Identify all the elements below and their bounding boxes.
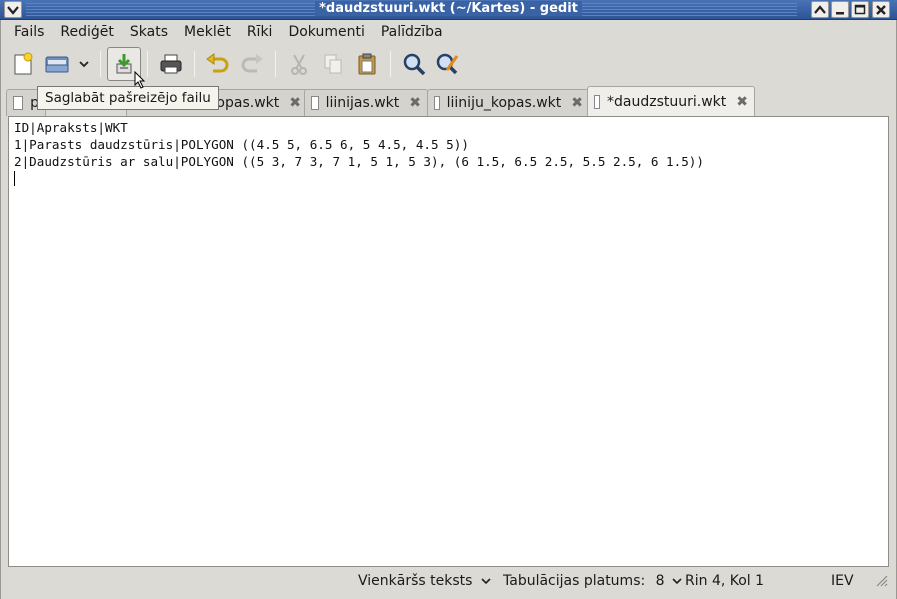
new-document-icon — [14, 52, 33, 75]
search-icon — [403, 53, 426, 76]
minimize-icon — [836, 11, 844, 14]
mouse-pointer-icon — [134, 71, 146, 89]
tab-label: kopas.wkt — [208, 95, 280, 111]
title-bar[interactable]: *daudzstuuri.wkt (~/Kartes) - gedit — [0, 0, 897, 20]
tab-liinijas[interactable]: liinijas.wkt ✖ — [304, 89, 428, 116]
close-tab-icon[interactable]: ✖ — [409, 95, 421, 111]
find-button[interactable] — [397, 47, 431, 81]
cursor-position: Rin 4, Kol 1 — [685, 573, 765, 589]
insert-mode: IEV — [831, 573, 854, 589]
toolbar-separator — [194, 51, 195, 77]
save-tooltip: Saglabāt pašreizējo failu — [37, 86, 219, 110]
document-icon — [594, 94, 601, 109]
save-icon — [116, 54, 132, 74]
new-document-button[interactable] — [6, 47, 40, 81]
replace-button[interactable] — [431, 47, 465, 81]
text-caret — [14, 171, 15, 186]
find-replace-icon — [436, 53, 459, 75]
document-icon — [434, 96, 440, 110]
chevron-down-icon — [672, 578, 682, 585]
status-bar: Vienkāršs teksts Tabulācijas platums: 8 … — [6, 570, 891, 592]
text-editor[interactable]: ID|Apraksts|WKT 1|Parasts daudzstūris|PO… — [8, 116, 889, 567]
tab-width-value: 8 — [655, 573, 665, 589]
close-tab-icon[interactable]: ✖ — [289, 95, 301, 111]
tab-label: liinijas.wkt — [325, 95, 400, 111]
chevron-down-icon — [79, 61, 89, 68]
undo-button[interactable] — [201, 47, 235, 81]
menu-bar: Fails Rediģēt Skats Meklēt Rīki Dokument… — [6, 21, 451, 43]
cut-button[interactable] — [282, 47, 316, 81]
tab-label: liiniju_kopas.wkt — [446, 95, 562, 111]
open-recent-button[interactable] — [74, 47, 94, 81]
menu-help[interactable]: Palīdzība — [373, 22, 451, 42]
tab-daudzstuuri[interactable]: *daudzstuuri.wkt ✖ — [587, 86, 755, 116]
tab-width-selector[interactable]: Tabulācijas platums: 8 — [503, 572, 682, 590]
chevron-up-icon — [814, 4, 826, 14]
language-label: Vienkāršs teksts — [358, 573, 473, 589]
editor-line: ID|Apraksts|WKT — [14, 120, 128, 135]
editor-line: 1|Parasts daudzstūris|POLYGON ((4.5 5, 6… — [14, 137, 469, 152]
language-selector[interactable]: Vienkāršs teksts — [358, 572, 491, 590]
tab-width-label: Tabulācijas platums: — [503, 573, 646, 589]
tab-liiniju-kopas[interactable]: liiniju_kopas.wkt ✖ — [427, 89, 590, 116]
close-tab-icon[interactable]: ✖ — [736, 94, 748, 110]
toolbar-separator — [390, 51, 391, 77]
close-icon — [876, 4, 886, 15]
paste-button[interactable] — [350, 47, 384, 81]
close-tab-icon[interactable]: ✖ — [571, 95, 583, 111]
menu-view[interactable]: Skats — [122, 22, 176, 42]
copy-button[interactable] — [316, 47, 350, 81]
redo-button[interactable] — [235, 47, 269, 81]
printer-icon — [160, 54, 182, 74]
document-icon — [311, 96, 319, 110]
window-title: *daudzstuuri.wkt (~/Kartes) - gedit — [0, 1, 897, 16]
folder-open-icon — [45, 56, 69, 73]
redo-icon — [241, 54, 263, 73]
maximize-icon — [854, 4, 866, 15]
document-icon — [13, 96, 24, 110]
menu-file[interactable]: Fails — [6, 22, 52, 42]
tab-label: *daudzstuuri.wkt — [607, 93, 727, 110]
copy-icon — [324, 54, 342, 74]
clipboard-icon — [358, 53, 376, 75]
toolbar-separator — [100, 51, 101, 77]
scissors-icon — [291, 54, 307, 75]
minimize-button[interactable] — [831, 1, 849, 18]
open-button[interactable] — [40, 47, 74, 81]
shade-button[interactable] — [811, 1, 829, 18]
resize-grip-icon[interactable] — [874, 573, 888, 587]
chevron-down-icon — [481, 578, 491, 585]
toolbar-separator — [275, 51, 276, 77]
close-window-button[interactable] — [872, 1, 890, 18]
undo-icon — [206, 53, 229, 73]
menu-tools[interactable]: Rīki — [239, 22, 281, 42]
editor-line: 2|Daudzstūris ar salu|POLYGON ((5 3, 7 3… — [14, 154, 704, 169]
print-button[interactable] — [154, 47, 188, 81]
menu-edit[interactable]: Rediģēt — [52, 22, 121, 42]
maximize-button[interactable] — [851, 1, 869, 18]
toolbar-separator — [147, 51, 148, 77]
menu-documents[interactable]: Dokumenti — [280, 22, 372, 42]
menu-search[interactable]: Meklēt — [176, 22, 239, 42]
